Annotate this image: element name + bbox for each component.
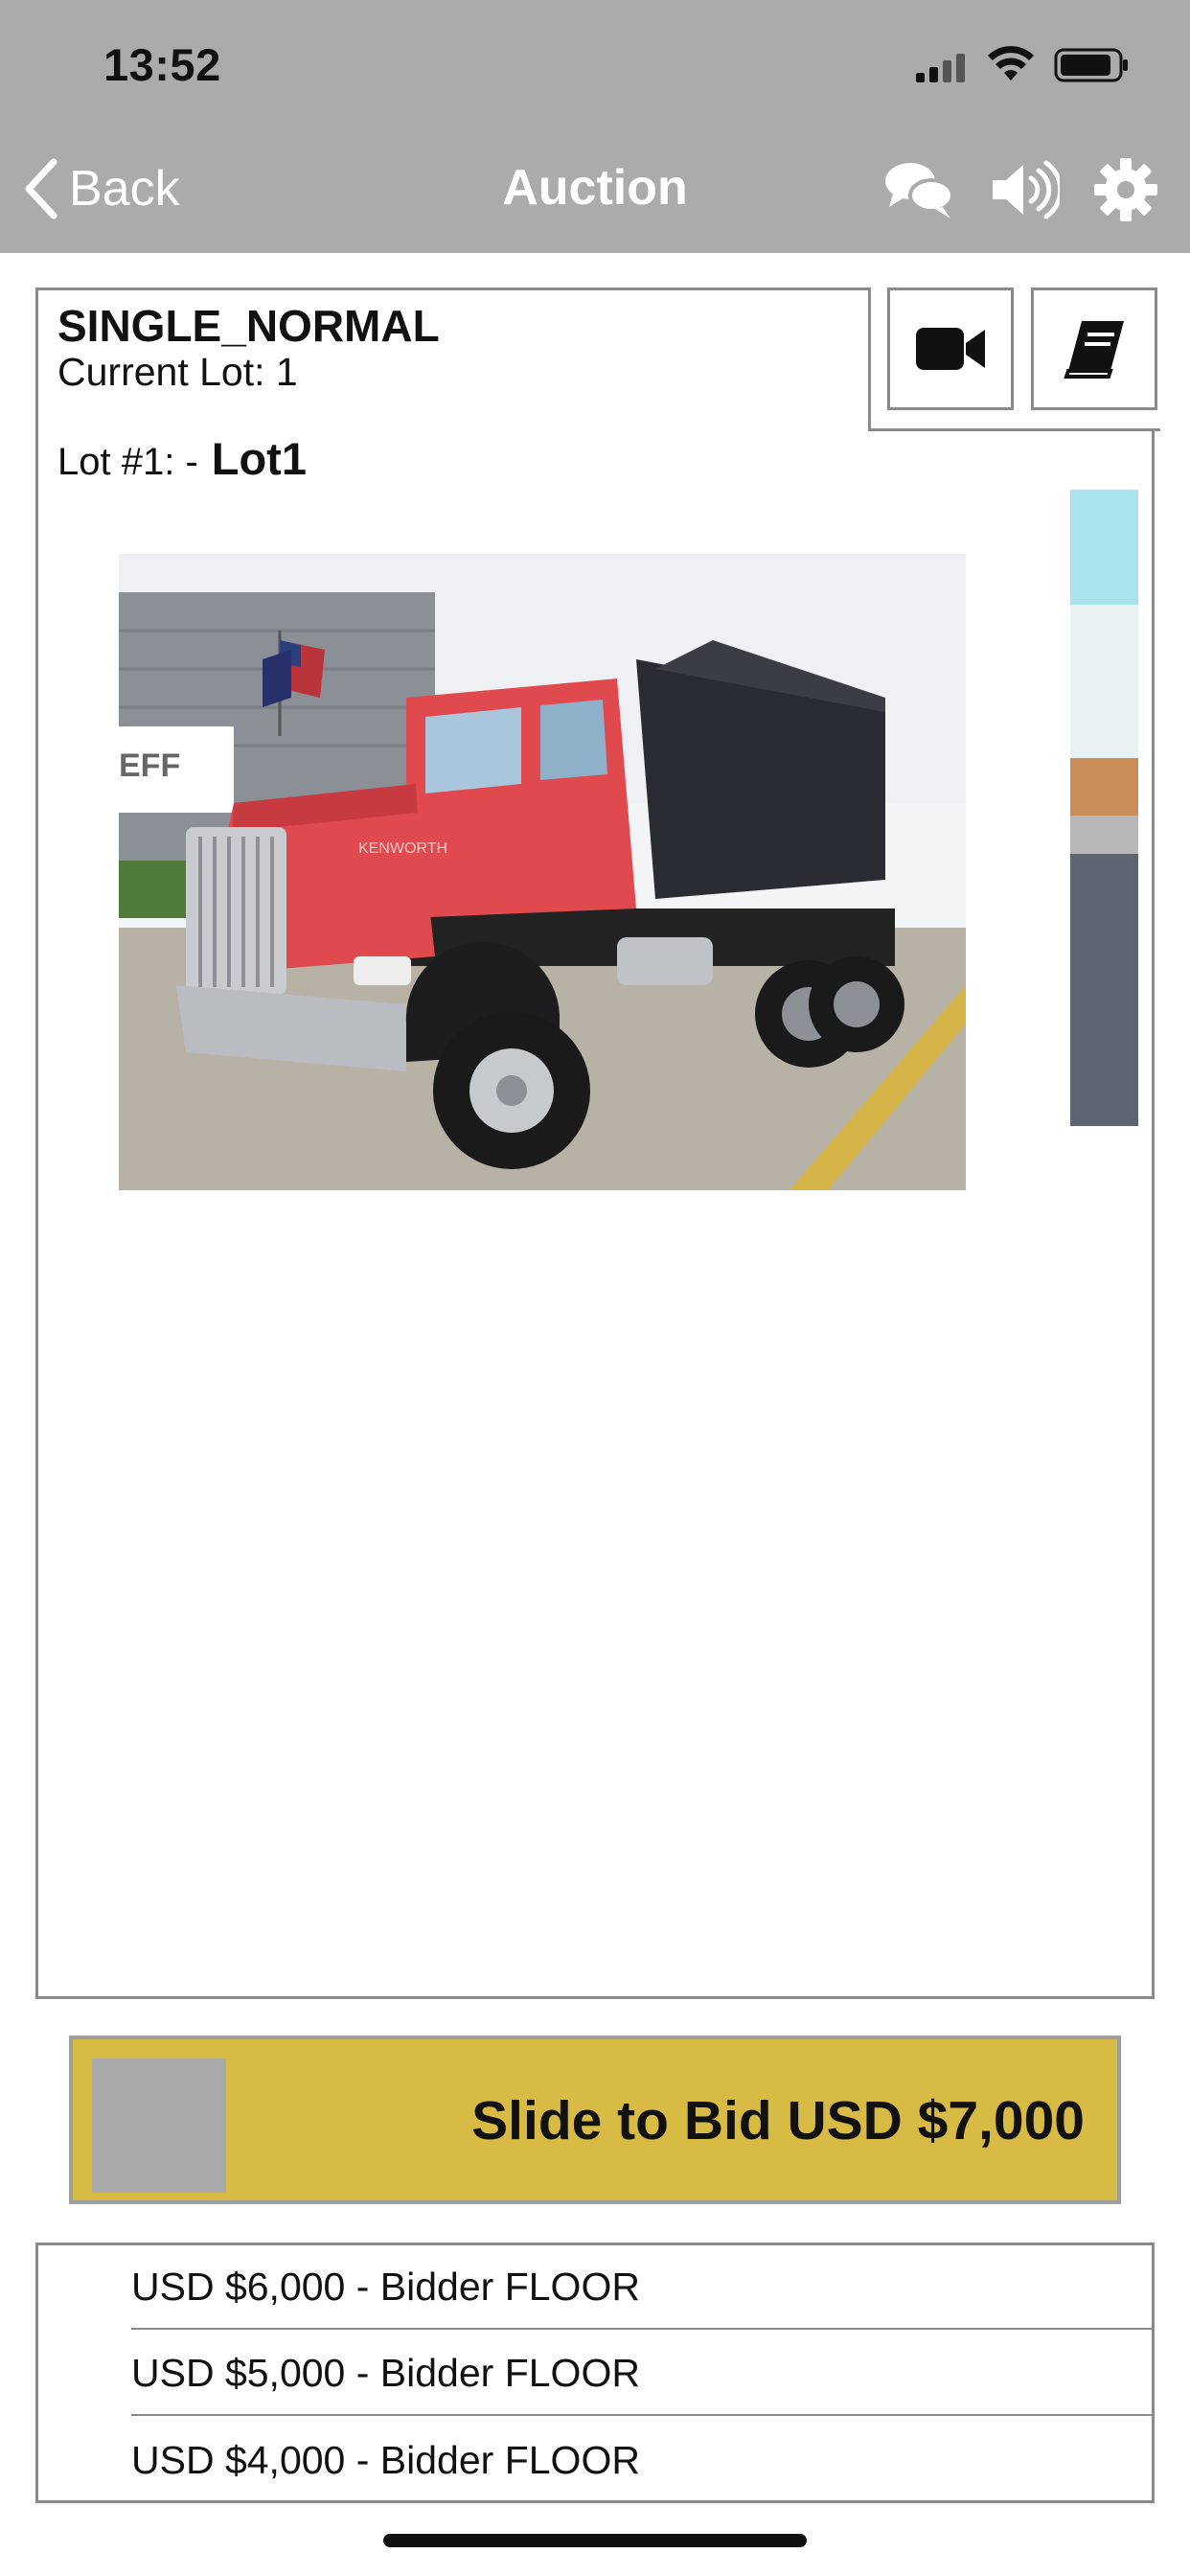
slide-to-bid[interactable]: Slide to Bid USD $7,000 <box>69 2036 1121 2204</box>
cellular-signal-icon <box>916 54 965 82</box>
status-time: 13:52 <box>103 39 221 90</box>
chat-bubbles-icon[interactable] <box>883 155 954 224</box>
video-button[interactable] <box>887 288 1014 410</box>
bid-history-list: USD $6,000 - Bidder FLOOR USD $5,000 - B… <box>35 2242 1155 2503</box>
slider-handle[interactable] <box>92 2058 226 2193</box>
lot-photo[interactable]: EFF KENWORTH <box>119 554 966 1190</box>
top-bar: 13:52 Back Auction <box>0 0 1190 253</box>
next-photo-preview[interactable] <box>1070 490 1138 1126</box>
gear-icon[interactable] <box>1092 155 1159 224</box>
wifi-icon <box>988 46 1034 80</box>
bid-history-row: USD $6,000 - Bidder FLOOR <box>131 2245 1155 2330</box>
book-icon <box>1064 321 1124 379</box>
truck-badge-text: KENWORTH <box>358 840 447 857</box>
lot-card: SINGLE_NORMAL Current Lot: 1 Lot #1: - L… <box>35 288 1160 1999</box>
slider-label: Slide to Bid USD $7,000 <box>471 2090 1085 2151</box>
next-photo-image <box>1070 490 1138 1126</box>
catalog-button[interactable] <box>1031 288 1157 410</box>
battery-icon <box>1054 48 1128 82</box>
lot-name: Lot1 <box>211 433 307 484</box>
video-camera-icon <box>916 328 985 370</box>
sale-name: SINGLE_NORMAL <box>57 301 440 351</box>
volume-icon[interactable] <box>989 155 1060 224</box>
svg-text:EFF: EFF <box>119 748 180 784</box>
media-button-group <box>868 288 1160 431</box>
lot-heading: Lot #1: - Lot1 <box>57 432 307 485</box>
bid-history-row: USD $4,000 - Bidder FLOOR <box>131 2437 640 2482</box>
dump-truck-image: EFF KENWORTH <box>119 554 966 1190</box>
bid-history-row: USD $5,000 - Bidder FLOOR <box>131 2332 1155 2416</box>
current-lot: Current Lot: 1 <box>57 350 298 394</box>
home-indicator[interactable] <box>383 2534 807 2547</box>
lot-number: Lot #1: - <box>57 441 198 483</box>
